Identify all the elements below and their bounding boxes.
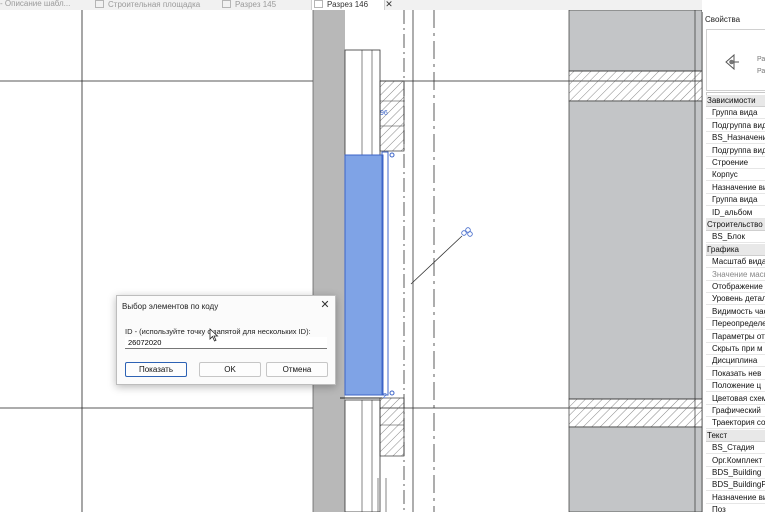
- property-row[interactable]: Графический: [706, 405, 765, 417]
- property-group-header[interactable]: Строительство: [706, 219, 765, 231]
- mouse-cursor-icon: [209, 328, 219, 342]
- type-name-line-1: Ра: [757, 56, 765, 63]
- property-group-header[interactable]: Графика: [706, 243, 765, 256]
- dimension-tag-bottom: 2: [383, 393, 387, 400]
- section-view-icon: [314, 0, 323, 8]
- property-row[interactable]: Переопределение: [706, 318, 765, 331]
- dimension-tag-top: 96: [380, 110, 388, 117]
- type-preview[interactable]: Ра Ра: [706, 29, 765, 91]
- tab-section-146[interactable]: Разрез 146: [311, 0, 385, 10]
- tab-label: - Описание шабл...: [0, 0, 71, 8]
- property-row[interactable]: Дисциплина: [706, 355, 765, 368]
- property-row[interactable]: Назначение вида: [706, 181, 765, 194]
- tab-label: Разрез 146: [327, 0, 369, 9]
- property-row[interactable]: Подгруппа вида: [706, 119, 765, 132]
- property-row[interactable]: Показать нев: [706, 367, 765, 380]
- id-input[interactable]: [125, 337, 327, 349]
- property-row[interactable]: Строение: [706, 157, 765, 169]
- property-row[interactable]: Уровень детализации: [706, 293, 765, 306]
- select-by-id-dialog: Выбор элементов по коду ✕ ID - (использу…: [116, 295, 336, 385]
- property-row[interactable]: Назначение ви: [706, 491, 765, 504]
- dialog-title: Выбор элементов по коду: [122, 302, 219, 311]
- property-row[interactable]: BS_Блок: [706, 231, 765, 244]
- property-row[interactable]: Траектория со: [706, 417, 765, 430]
- tag-symbol: [461, 227, 473, 237]
- drawing-canvas[interactable]: 96 2: [0, 10, 702, 512]
- property-row[interactable]: Корпус: [706, 169, 765, 182]
- property-row[interactable]: Значение масштаба: [706, 268, 765, 281]
- property-row[interactable]: BS_Назначение: [706, 132, 765, 145]
- type-name-line-2: Ра: [757, 68, 765, 75]
- sheet-icon: [95, 0, 104, 8]
- property-row[interactable]: Группа вида: [706, 194, 765, 207]
- section-drawing: [0, 10, 702, 512]
- properties-palette: Свойства Ра Ра Разрез: Разрез Зависимост…: [702, 12, 765, 512]
- property-row[interactable]: Видимость частей: [706, 305, 765, 318]
- gray-band: [313, 10, 345, 512]
- tab-site[interactable]: Строительная площадка: [95, 0, 205, 10]
- property-row[interactable]: Масштаб вида: [706, 256, 765, 269]
- property-row[interactable]: Цветовая схема: [706, 392, 765, 405]
- property-row[interactable]: BS_Стадия: [706, 442, 765, 455]
- tab-label: Разрез 145: [235, 0, 277, 9]
- property-row[interactable]: BDS_Building: [706, 467, 765, 479]
- section-type-icon: [725, 53, 739, 71]
- tab-label: Строительная площадка: [108, 0, 201, 9]
- selected-element: [344, 154, 384, 396]
- cancel-button[interactable]: Отмена: [266, 362, 328, 377]
- property-row[interactable]: Поз: [706, 504, 765, 512]
- property-row[interactable]: BDS_BuildingP: [706, 479, 765, 492]
- show-button[interactable]: Показать: [125, 362, 187, 377]
- tab-section-145[interactable]: Разрез 145: [222, 0, 307, 10]
- property-row[interactable]: ID_альбом: [706, 206, 765, 219]
- property-row[interactable]: Параметры от: [706, 330, 765, 343]
- property-row[interactable]: Подгруппа вида: [706, 144, 765, 157]
- property-row[interactable]: Положение ц: [706, 380, 765, 393]
- property-group-header[interactable]: Текст: [706, 429, 765, 442]
- property-row[interactable]: Отображение: [706, 281, 765, 293]
- tab-close-icon[interactable]: ✕: [383, 0, 395, 10]
- property-group-header[interactable]: Зависимости: [706, 95, 765, 107]
- dialog-close-icon[interactable]: ✕: [319, 299, 331, 311]
- property-row[interactable]: Группа вида: [706, 107, 765, 120]
- ok-button[interactable]: OK: [199, 362, 261, 377]
- property-row[interactable]: Орг.Комплект: [706, 454, 765, 467]
- properties-title: Свойства: [705, 15, 741, 24]
- property-row[interactable]: Скрыть при м: [706, 343, 765, 355]
- section-view-icon: [222, 0, 231, 8]
- tab-description[interactable]: - Описание шабл...: [0, 0, 84, 10]
